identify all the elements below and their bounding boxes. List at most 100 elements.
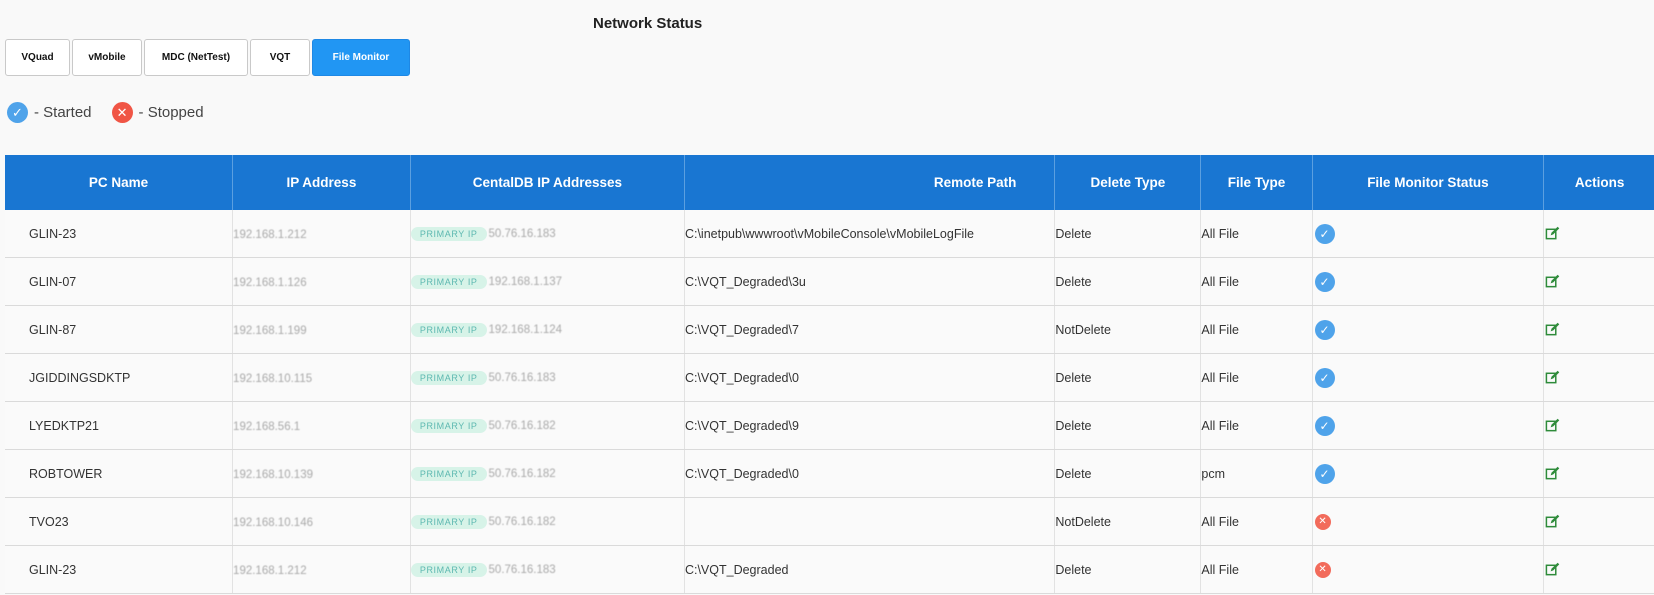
col-header-status[interactable]: File Monitor Status xyxy=(1312,155,1545,210)
cell-pc-name: GLIN-23 xyxy=(5,210,234,258)
edit-icon[interactable] xyxy=(1545,514,1560,529)
ip-address-value: 192.168.1.199 xyxy=(233,324,307,337)
cell-file-type: All File xyxy=(1200,305,1313,354)
central-ip-value: 50.76.16.182 xyxy=(488,515,556,528)
cell-delete-type: Delete xyxy=(1054,449,1202,498)
ip-address-value: 192.168.56.1 xyxy=(233,420,301,433)
cell-file-type: All File xyxy=(1200,497,1313,546)
cell-pc-name: GLIN-23 xyxy=(5,545,234,594)
edit-icon[interactable] xyxy=(1545,274,1560,289)
cell-file-type: All File xyxy=(1200,257,1313,306)
cell-ip-address: 192.168.1.126 xyxy=(232,257,411,306)
file-monitor-table: PC Name IP Address CentalDB IP Addresses… xyxy=(5,155,1654,594)
cell-status: ✓ xyxy=(1312,353,1545,402)
cell-actions xyxy=(1543,257,1654,306)
table-row: ROBTOWER 192.168.10.139 PRIMARY IP 50.76.16… xyxy=(5,449,1654,498)
table-body: GLIN-23 192.168.1.212 PRIMARY IP 50.76.16.1… xyxy=(5,210,1654,594)
cell-ip-address: 192.168.10.115 xyxy=(232,353,411,402)
cell-pc-name: JGIDDINGSDKTP xyxy=(5,353,234,402)
col-header-ip-address[interactable]: IP Address xyxy=(232,155,411,210)
page-title: Network Status xyxy=(593,15,703,32)
edit-icon[interactable] xyxy=(1545,418,1560,433)
col-header-remote-path[interactable]: Remote Path xyxy=(684,155,1056,210)
cell-remote-path: C:\VQT_Degraded\0 xyxy=(684,353,1056,402)
cell-file-type: pcm xyxy=(1200,449,1313,498)
cell-file-type: All File xyxy=(1200,353,1313,402)
cell-central-ip: PRIMARY IP 50.76.16.183 xyxy=(410,210,685,258)
primary-ip-badge: PRIMARY IP xyxy=(410,418,487,433)
legend-started-label: - Started xyxy=(34,104,92,121)
table-row: JGIDDINGSDKTP 192.168.10.115 PRIMARY IP 50.… xyxy=(5,353,1654,402)
check-circle-icon: ✓ xyxy=(1314,271,1335,292)
tab-mdc-nettest[interactable]: MDC (NetTest) xyxy=(144,39,248,76)
edit-icon[interactable] xyxy=(1545,322,1560,337)
table-row: GLIN-87 192.168.1.199 PRIMARY IP 192.168.1.… xyxy=(5,305,1654,354)
cell-delete-type: Delete xyxy=(1054,401,1202,450)
cell-actions xyxy=(1543,210,1654,258)
cell-central-ip: PRIMARY IP 50.76.16.183 xyxy=(410,545,685,594)
cell-actions xyxy=(1543,401,1654,450)
cell-remote-path: C:\VQT_Degraded\7 xyxy=(684,305,1056,354)
cell-ip-address: 192.168.10.139 xyxy=(232,449,411,498)
cell-ip-address: 192.168.10.146 xyxy=(232,497,411,546)
tab-vquad[interactable]: VQuad xyxy=(5,39,70,76)
cell-delete-type: Delete xyxy=(1054,545,1202,594)
table-header-row: PC Name IP Address CentalDB IP Addresses… xyxy=(5,155,1654,210)
x-circle-icon: ✕ xyxy=(1314,513,1331,530)
primary-ip-badge: PRIMARY IP xyxy=(410,514,487,529)
tab-bar: VQuad vMobile MDC (NetTest) VQT File Mon… xyxy=(5,39,412,76)
cell-ip-address: 192.168.1.212 xyxy=(232,545,411,594)
central-ip-value: 50.76.16.183 xyxy=(488,371,556,384)
edit-icon[interactable] xyxy=(1545,562,1560,577)
central-ip-value: 50.76.16.182 xyxy=(488,467,556,480)
legend-stopped-label: - Stopped xyxy=(138,104,204,121)
check-circle-icon: ✓ xyxy=(1314,463,1335,484)
cell-delete-type: Delete xyxy=(1054,257,1202,306)
status-legend: ✓ - Started ✕ - Stopped xyxy=(7,102,224,123)
cell-pc-name: GLIN-87 xyxy=(5,305,234,354)
cell-status: ✓ xyxy=(1312,305,1545,354)
cell-central-ip: PRIMARY IP 50.76.16.182 xyxy=(410,401,685,450)
tab-file-monitor[interactable]: File Monitor xyxy=(312,39,410,76)
check-circle-icon: ✓ xyxy=(1314,415,1335,436)
table-row: GLIN-23 192.168.1.212 PRIMARY IP 50.76.16.1… xyxy=(5,545,1654,594)
cell-pc-name: LYEDKTP21 xyxy=(5,401,234,450)
col-header-pc-name[interactable]: PC Name xyxy=(5,155,234,210)
check-circle-icon: ✓ xyxy=(1314,367,1335,388)
x-circle-icon: ✕ xyxy=(111,102,133,123)
tab-vmobile[interactable]: vMobile xyxy=(72,39,142,76)
primary-ip-badge: PRIMARY IP xyxy=(410,322,487,337)
cell-actions xyxy=(1543,305,1654,354)
cell-central-ip: PRIMARY IP 50.76.16.182 xyxy=(410,497,685,546)
col-header-central-ip[interactable]: CentalDB IP Addresses xyxy=(410,155,685,210)
table-row: GLIN-07 192.168.1.126 PRIMARY IP 192.168.1.… xyxy=(5,257,1654,306)
legend-stopped: ✕ - Stopped xyxy=(111,102,204,123)
col-header-actions[interactable]: Actions xyxy=(1543,155,1654,210)
cell-pc-name: ROBTOWER xyxy=(5,449,234,498)
central-ip-value: 50.76.16.183 xyxy=(488,227,556,240)
cell-file-type: All File xyxy=(1200,545,1313,594)
cell-status: ✕ xyxy=(1312,497,1545,546)
col-header-file-type[interactable]: File Type xyxy=(1200,155,1313,210)
cell-status: ✓ xyxy=(1312,401,1545,450)
cell-delete-type: NotDelete xyxy=(1054,305,1202,354)
tab-vqt[interactable]: VQT xyxy=(250,39,310,76)
cell-actions xyxy=(1543,449,1654,498)
cell-pc-name: GLIN-07 xyxy=(5,257,234,306)
edit-icon[interactable] xyxy=(1545,370,1560,385)
check-circle-icon: ✓ xyxy=(1314,319,1335,340)
central-ip-value: 192.168.1.124 xyxy=(488,323,563,336)
cell-status: ✕ xyxy=(1312,545,1545,594)
primary-ip-badge: PRIMARY IP xyxy=(410,226,487,241)
cell-ip-address: 192.168.1.212 xyxy=(232,210,411,258)
cell-status: ✓ xyxy=(1312,257,1545,306)
x-circle-icon: ✕ xyxy=(1314,561,1331,578)
ip-address-value: 192.168.1.212 xyxy=(233,228,307,241)
table-row: GLIN-23 192.168.1.212 PRIMARY IP 50.76.16.1… xyxy=(5,210,1654,258)
primary-ip-badge: PRIMARY IP xyxy=(410,274,487,289)
edit-icon[interactable] xyxy=(1545,466,1560,481)
edit-icon[interactable] xyxy=(1545,226,1560,241)
cell-remote-path: C:\VQT_Degraded xyxy=(684,545,1056,594)
col-header-delete-type[interactable]: Delete Type xyxy=(1054,155,1202,210)
cell-ip-address: 192.168.56.1 xyxy=(232,401,411,450)
